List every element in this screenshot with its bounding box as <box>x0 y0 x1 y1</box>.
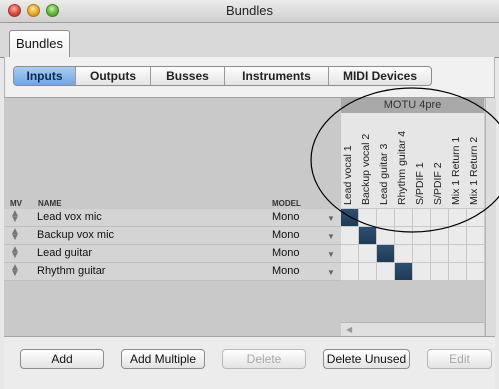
matrix-column-label-text: Lead vocal 1 <box>342 145 354 205</box>
matrix-cell[interactable] <box>395 209 413 227</box>
move-stepper-icon[interactable]: ▲ ▼ <box>10 263 20 279</box>
matrix-cell[interactable] <box>359 263 377 281</box>
bundle-model[interactable]: Mono <box>272 247 300 259</box>
chevron-down-icon[interactable]: ▼ <box>327 268 335 277</box>
matrix-column-label: Lead vocal 1 <box>341 115 359 205</box>
matrix-cell[interactable] <box>395 245 413 263</box>
matrix-cell[interactable] <box>341 227 359 245</box>
tab-midi-devices[interactable]: MIDI Devices <box>328 67 431 85</box>
matrix-cell-connected[interactable] <box>359 227 377 245</box>
matrix-device-header: MOTU 4pre <box>341 98 484 113</box>
column-header-model[interactable]: MODEL <box>272 199 301 208</box>
bundle-type-tabs: Inputs Outputs Busses Instruments MIDI D… <box>13 66 432 86</box>
matrix-cell[interactable] <box>395 227 413 245</box>
bundle-name[interactable]: Lead guitar <box>37 247 92 259</box>
matrix-cell[interactable] <box>449 227 467 245</box>
matrix-column-label-text: Mix 1 Return 1 <box>450 136 462 205</box>
horizontal-scrollbar[interactable]: ◀ <box>341 322 484 337</box>
table-row[interactable]: ▲ ▼ Backup vox mic Mono ▼ <box>4 227 341 245</box>
matrix-cell[interactable] <box>467 209 485 227</box>
matrix-cell[interactable] <box>413 263 431 281</box>
matrix-cell[interactable] <box>341 263 359 281</box>
edit-button[interactable]: Edit <box>427 349 492 369</box>
title-bar: Bundles <box>0 0 499 23</box>
bundle-name[interactable]: Backup vox mic <box>37 229 114 241</box>
matrix-column-labels: Lead vocal 1 Backup vocal 2 Lead guitar 3 R… <box>341 113 484 208</box>
matrix-cell[interactable] <box>467 245 485 263</box>
chevron-down-icon[interactable]: ▼ <box>327 232 335 241</box>
matrix-column-label-text: Lead guitar 3 <box>378 143 390 205</box>
routing-matrix-grid[interactable] <box>341 209 485 281</box>
matrix-cell-connected[interactable] <box>395 263 413 281</box>
bundle-name[interactable]: Rhythm guitar <box>37 265 105 277</box>
tab-instruments[interactable]: Instruments <box>224 67 328 85</box>
tab-busses[interactable]: Busses <box>150 67 224 85</box>
column-header-name[interactable]: NAME <box>38 199 62 208</box>
matrix-cell[interactable] <box>431 263 449 281</box>
matrix-column-label: S/PDIF 2 <box>431 115 449 205</box>
move-stepper-icon[interactable]: ▲ ▼ <box>10 227 20 243</box>
matrix-column-label: Lead guitar 3 <box>377 115 395 205</box>
window-title: Bundles <box>226 3 273 18</box>
matrix-column-label-text: S/PDIF 2 <box>432 162 444 205</box>
chevron-down-icon[interactable]: ▼ <box>327 250 335 259</box>
matrix-column-label-text: Backup vocal 2 <box>360 133 372 205</box>
matrix-column-label-text: Mix 1 Return 2 <box>468 136 480 205</box>
bundle-rows: ▲ ▼ Lead vox mic Mono ▼ ▲ ▼ Backup vox mic… <box>4 209 341 281</box>
delete-button[interactable]: Delete <box>222 349 306 369</box>
add-multiple-button[interactable]: Add Multiple <box>121 349 205 369</box>
matrix-cell[interactable] <box>413 227 431 245</box>
matrix-cell[interactable] <box>359 209 377 227</box>
tab-inputs[interactable]: Inputs <box>14 67 75 85</box>
vertical-scrollbar[interactable] <box>485 98 496 336</box>
bundle-model[interactable]: Mono <box>272 211 300 223</box>
delete-unused-button[interactable]: Delete Unused <box>323 349 410 369</box>
matrix-cell[interactable] <box>449 263 467 281</box>
chevron-down-icon[interactable]: ▼ <box>327 214 335 223</box>
matrix-column-label: Rhythm guitar 4 <box>395 115 413 205</box>
bundle-model[interactable]: Mono <box>272 265 300 277</box>
scroll-left-icon[interactable]: ◀ <box>346 325 352 334</box>
add-button[interactable]: Add <box>20 349 104 369</box>
matrix-cell[interactable] <box>431 245 449 263</box>
tab-bundles[interactable]: Bundles <box>9 30 70 57</box>
matrix-cell[interactable] <box>449 209 467 227</box>
move-stepper-icon[interactable]: ▲ ▼ <box>10 245 20 261</box>
matrix-cell[interactable] <box>341 245 359 263</box>
table-row[interactable]: ▲ ▼ Rhythm guitar Mono ▼ <box>4 263 341 281</box>
matrix-column-label: Mix 1 Return 2 <box>467 115 485 205</box>
matrix-cell[interactable] <box>377 227 395 245</box>
matrix-cell[interactable] <box>359 245 377 263</box>
matrix-cell[interactable] <box>431 209 449 227</box>
matrix-column-label: Backup vocal 2 <box>359 115 377 205</box>
matrix-cell[interactable] <box>377 263 395 281</box>
matrix-cell-connected[interactable] <box>341 209 359 227</box>
table-row[interactable]: ▲ ▼ Lead guitar Mono ▼ <box>4 245 341 263</box>
column-header-mv: MV <box>10 199 22 208</box>
matrix-cell[interactable] <box>413 245 431 263</box>
tab-outputs[interactable]: Outputs <box>75 67 150 85</box>
move-stepper-icon[interactable]: ▲ ▼ <box>10 209 20 225</box>
matrix-column-label: Mix 1 Return 1 <box>449 115 467 205</box>
bundle-model[interactable]: Mono <box>272 229 300 241</box>
bundle-name[interactable]: Lead vox mic <box>37 211 102 223</box>
matrix-cell[interactable] <box>467 263 485 281</box>
matrix-cell[interactable] <box>467 227 485 245</box>
matrix-cell[interactable] <box>413 209 431 227</box>
outer-tab-strip <box>0 23 499 58</box>
matrix-cell[interactable] <box>449 245 467 263</box>
matrix-column-label-text: S/PDIF 1 <box>414 162 426 205</box>
matrix-cell[interactable] <box>377 209 395 227</box>
table-row[interactable]: ▲ ▼ Lead vox mic Mono ▼ <box>4 209 341 227</box>
matrix-column-label-text: Rhythm guitar 4 <box>396 130 408 205</box>
matrix-cell[interactable] <box>431 227 449 245</box>
matrix-cell-connected[interactable] <box>377 245 395 263</box>
matrix-column-label: S/PDIF 1 <box>413 115 431 205</box>
